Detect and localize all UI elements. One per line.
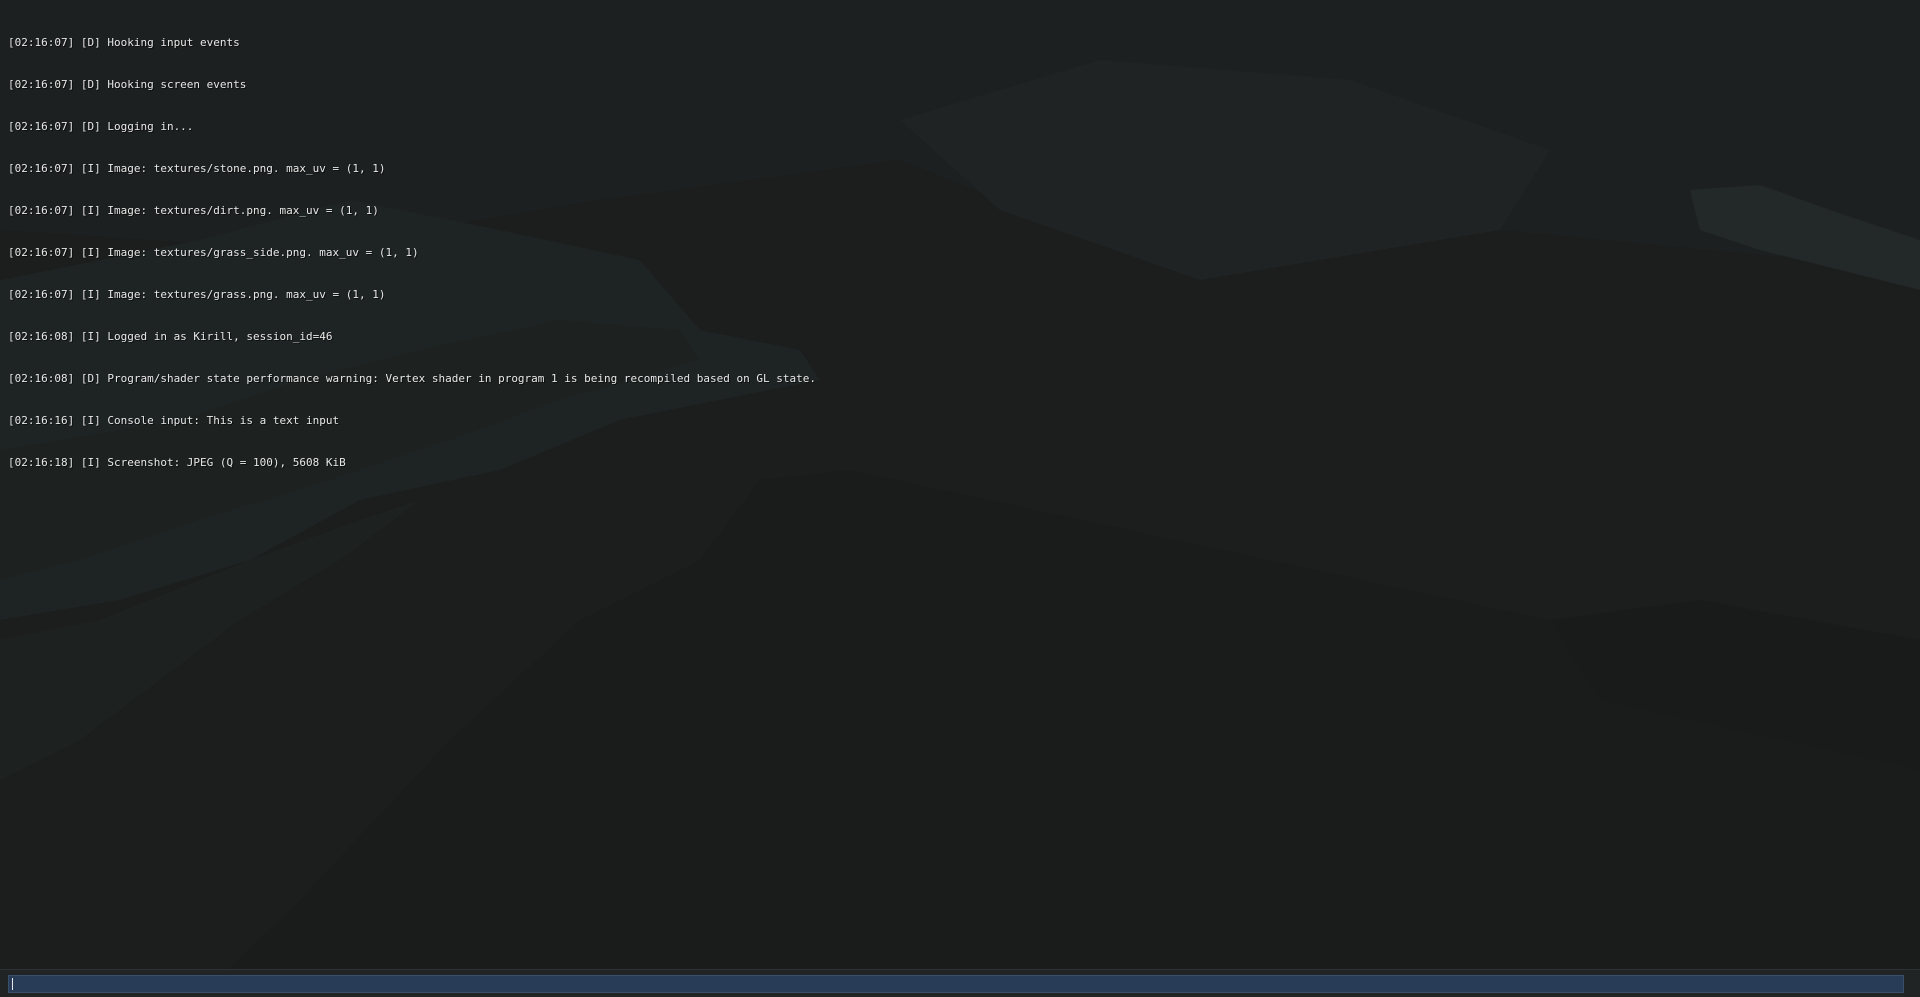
game-viewport[interactable]: [02:16:07] [D] Hooking input events [02:… [0,0,1920,997]
console-input-bar [0,969,1920,997]
console-log-line: [02:16:07] [I] Image: textures/stone.png… [8,162,386,175]
console-log-line: [02:16:16] [I] Console input: This is a … [8,414,340,427]
console-log-line: [02:16:07] [D] Hooking input events [8,36,240,49]
text-cursor [12,978,13,990]
console-log-line: [02:16:08] [I] Logged in as Kirill, sess… [8,330,333,343]
console-log-line: [02:16:07] [D] Logging in... [8,120,194,133]
console-log-line: [02:16:07] [I] Image: textures/dirt.png.… [8,204,379,217]
console-input[interactable] [8,975,1904,993]
console-log-line: [02:16:07] [I] Image: textures/grass_sid… [8,246,419,259]
console-log-line: [02:16:18] [I] Screenshot: JPEG (Q = 100… [8,456,346,469]
console-log-line: [02:16:07] [D] Hooking screen events [8,78,247,91]
console-log-line: [02:16:08] [D] Program/shader state perf… [8,372,816,385]
console-log-line: [02:16:07] [I] Image: textures/grass.png… [8,288,386,301]
console-log: [02:16:07] [D] Hooking input events [02:… [8,8,816,498]
